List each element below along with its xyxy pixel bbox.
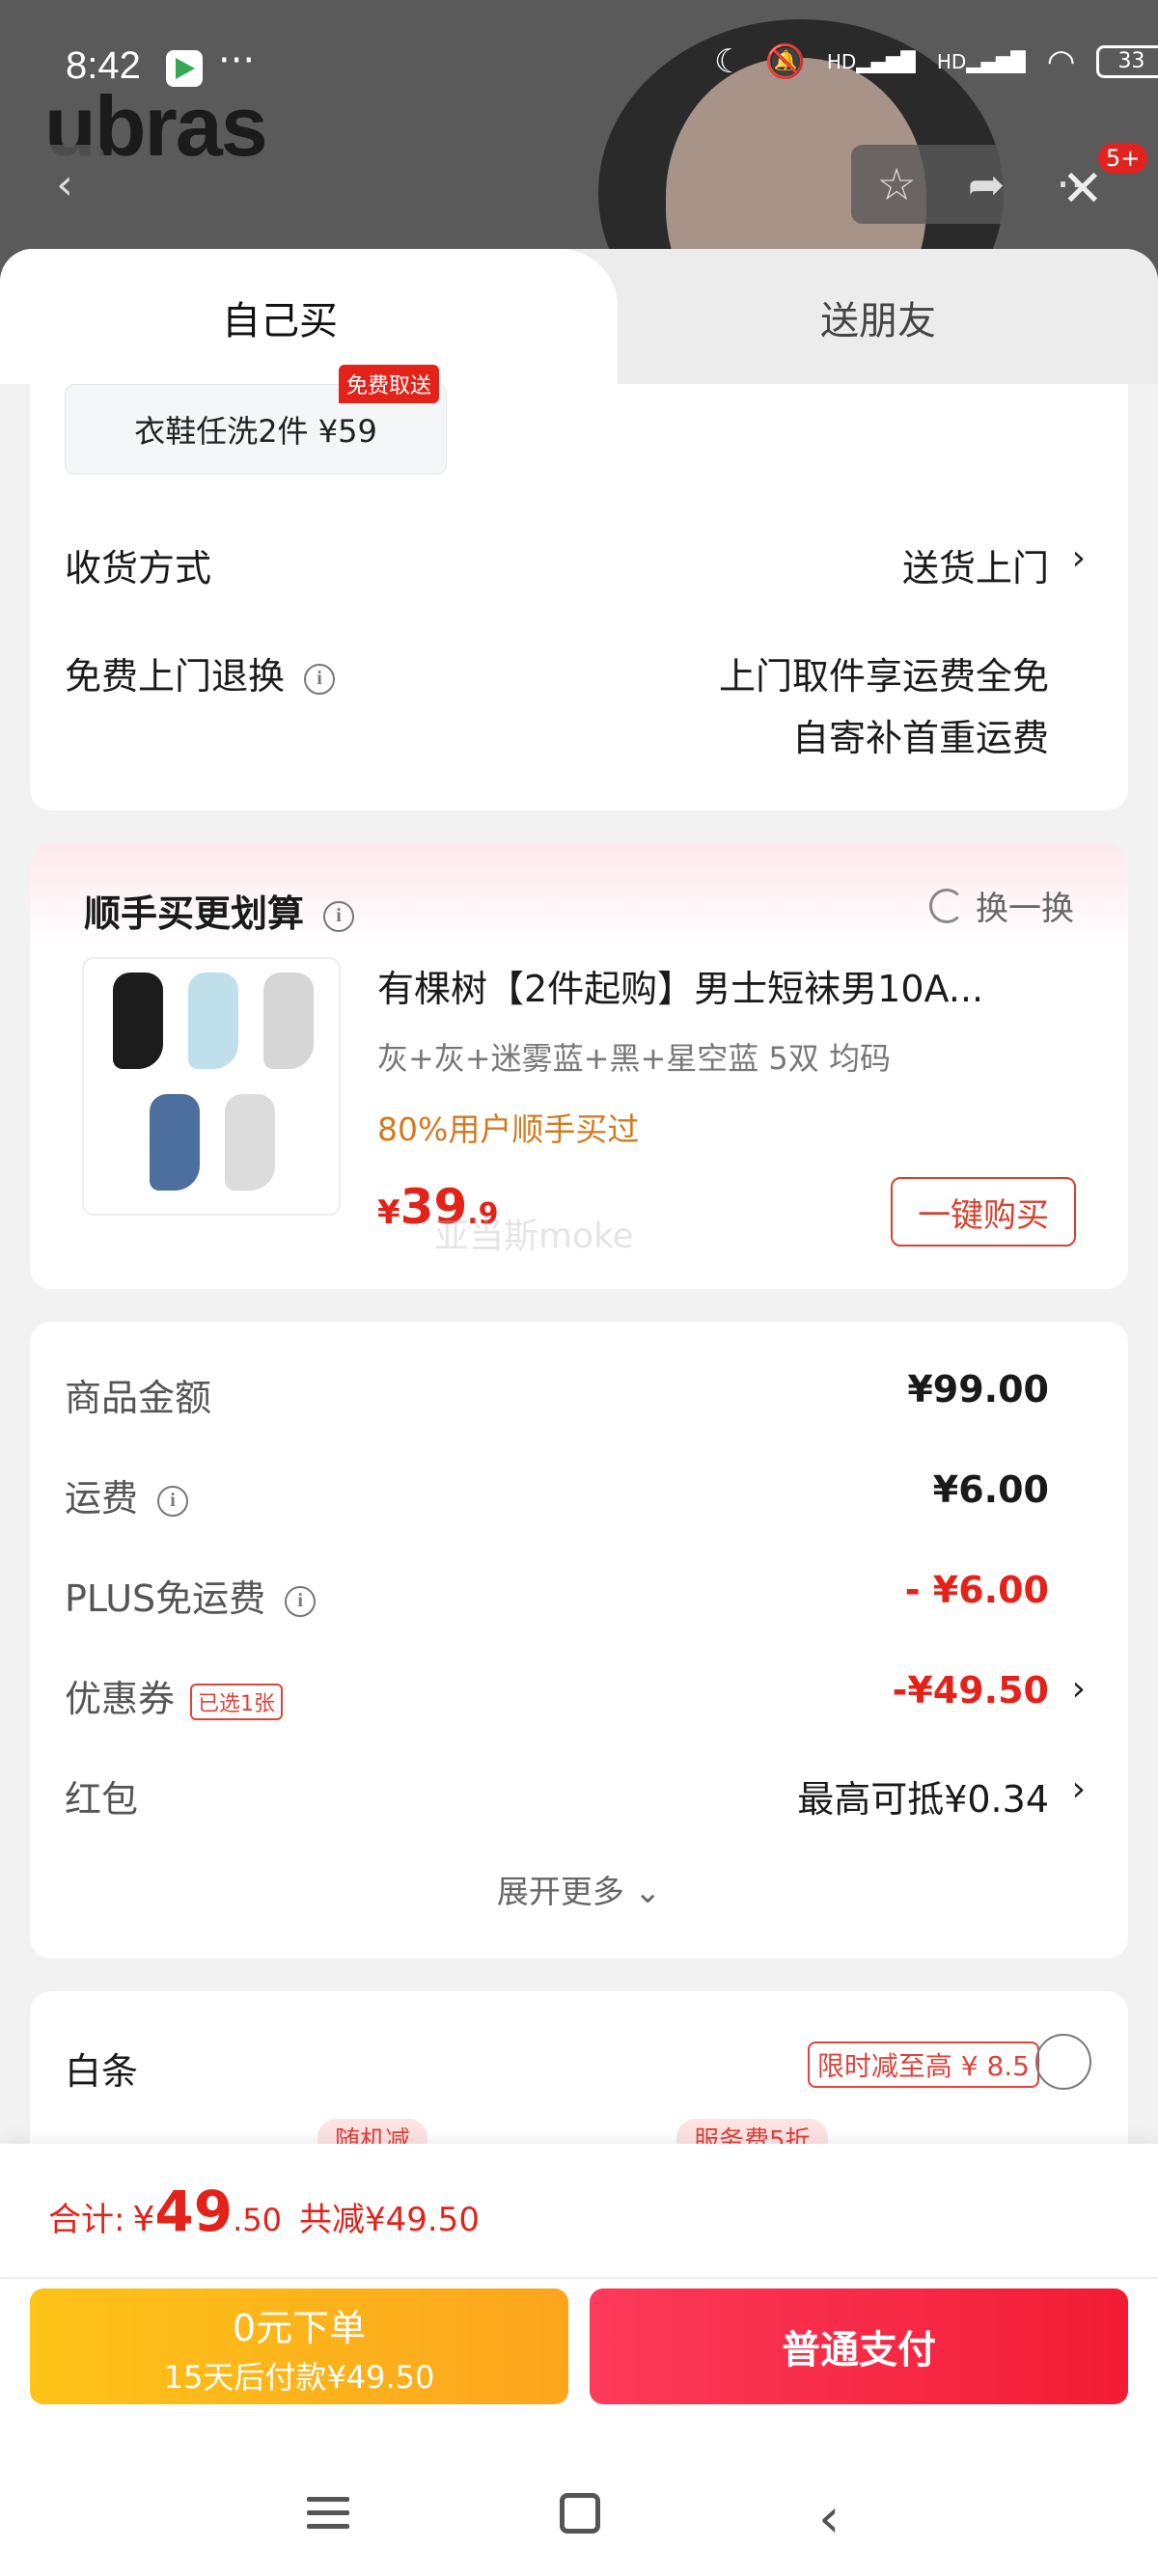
price-yen: ¥	[377, 1193, 400, 1232]
status-bar: 8:42 ··· ☾ 🔕 HD▂▄▆█ HD▂▄▆█ ◠ 33	[0, 0, 1158, 135]
back-icon[interactable]: ‹	[25, 145, 104, 224]
home-icon[interactable]	[560, 2493, 600, 2534]
tab-gift[interactable]: 送朋友	[618, 289, 1139, 345]
play-store-icon	[166, 50, 203, 87]
free-return-label: 免费上门退换 i	[65, 646, 336, 699]
moon-icon: ☾	[714, 42, 744, 81]
shipping-label-text: 运费	[65, 1477, 139, 1520]
swap-icon	[929, 888, 964, 923]
normal-pay-button[interactable]: 普通支付	[590, 2288, 1128, 2404]
close-icon[interactable]: ✕	[1062, 160, 1104, 218]
swap-button[interactable]: 换一换	[929, 882, 1074, 929]
swap-label: 换一换	[976, 890, 1074, 928]
share-icon[interactable]: ➦	[968, 158, 1006, 210]
info-icon[interactable]: i	[304, 663, 336, 695]
pay-later-subtitle: 15天后付款¥49.50	[163, 2359, 435, 2396]
free-return-value-1: 上门取件享运费全免	[718, 655, 1049, 698]
status-more: ···	[218, 39, 256, 83]
plus-free-shipping-label: PLUS免运费 i	[65, 1569, 317, 1622]
star-icon[interactable]: ☆	[876, 158, 916, 210]
chevron-right-icon[interactable]: ›	[1072, 538, 1086, 578]
tab-self-buy-label: 自己买	[222, 299, 338, 343]
coupon-label: 优惠券 已选1张	[65, 1669, 284, 1722]
system-nav-bar: ‹	[0, 2453, 1158, 2576]
coupon-label-text: 优惠券	[65, 1678, 176, 1720]
signal-icon: HD▂▄▆█	[826, 50, 916, 73]
menu-icon[interactable]	[307, 2497, 349, 2537]
product-name[interactable]: 有棵树【2件起购】男士短袜男10A...	[377, 959, 1091, 1012]
baitiao-promo-tag: 限时减至高 ¥ 8.5	[807, 2042, 1039, 2088]
sock-black	[113, 973, 163, 1069]
product-image[interactable]	[82, 957, 341, 1216]
recommend-title-text: 顺手买更划算	[84, 892, 305, 935]
info-icon[interactable]: i	[323, 900, 355, 932]
total-strip: 合计: ¥ 49 .50 共减¥49.50	[0, 2144, 1158, 2277]
delivery-method-value[interactable]: 送货上门	[902, 538, 1049, 591]
info-icon[interactable]: i	[157, 1485, 189, 1517]
chevron-right-icon[interactable]: ›	[1072, 1769, 1086, 1809]
total-discount: 共减¥49.50	[298, 2201, 480, 2239]
mute-icon: 🔕	[764, 42, 806, 81]
shipping-value: ¥6.00	[932, 1468, 1049, 1511]
expand-more-label: 展开更多	[496, 1873, 624, 1910]
status-icons: ☾ 🔕 HD▂▄▆█ HD▂▄▆█ ◠ 33	[714, 42, 1158, 81]
product-spec: 灰+灰+迷雾蓝+黑+星空蓝 5双 均码	[377, 1040, 891, 1077]
total-dec: .50	[233, 2202, 282, 2238]
chevron-right-icon[interactable]: ›	[1072, 1669, 1086, 1709]
status-time: 8:42	[66, 44, 141, 87]
notification-badge: 5+	[1098, 143, 1148, 174]
product-buyers: 80%用户顺手买过	[377, 1110, 640, 1148]
red-packet-label: 红包	[65, 1778, 139, 1821]
signal-icon-2: HD▂▄▆█	[936, 50, 1026, 73]
recommend-title: 顺手买更划算 i	[84, 884, 355, 937]
baitiao-label: 白条	[65, 2050, 139, 2093]
pay-later-title: 0元下单	[232, 2307, 367, 2349]
tab-self-buy[interactable]: 自己买	[0, 249, 618, 384]
baitiao-radio[interactable]	[1035, 2034, 1091, 2090]
coupon-value[interactable]: -¥49.50	[893, 1669, 1049, 1712]
one-click-buy-button[interactable]: 一键购买	[891, 1177, 1076, 1247]
divider	[0, 2277, 1158, 2279]
goods-amount-label: 商品金额	[65, 1377, 212, 1419]
delivery-card: 衣鞋任洗2件 ¥59 免费取送 收货方式 送货上门 › 免费上门退换 i 上门取件…	[30, 365, 1128, 810]
total-int: 49	[154, 2179, 234, 2244]
wifi-icon: ◠	[1046, 42, 1076, 81]
plus-label-text: PLUS免运费	[65, 1577, 266, 1620]
plus-free-shipping-value: - ¥6.00	[904, 1569, 1049, 1611]
tab-bar: 自己买 送朋友	[0, 249, 1158, 384]
sock-navy	[150, 1094, 200, 1191]
watermark: 亚当斯moke	[434, 1217, 634, 1256]
red-packet-value[interactable]: 最高可抵¥0.34	[797, 1769, 1049, 1822]
goods-amount-value: ¥99.00	[907, 1368, 1049, 1411]
order-total: 合计: ¥ 49 .50 共减¥49.50	[48, 2179, 480, 2244]
info-icon[interactable]: i	[285, 1585, 317, 1617]
amounts-card: 商品金额 ¥99.00 运费 i ¥6.00 PLUS免运费 i - ¥6.00 优…	[30, 1322, 1128, 1959]
free-return-text: 免费上门退换	[65, 655, 286, 698]
total-label: 合计:	[48, 2201, 125, 2239]
total-yen: ¥	[132, 2200, 155, 2239]
expand-more-button[interactable]: 展开更多 ⌄	[30, 1866, 1128, 1912]
back-nav-icon[interactable]: ‹	[818, 2487, 840, 2550]
delivery-method-label: 收货方式	[65, 547, 212, 589]
chevron-down-icon: ⌄	[634, 1873, 662, 1910]
free-return-value-2: 自寄补首重运费	[791, 717, 1049, 759]
pay-later-button[interactable]: 0元下单 15天后付款¥49.50	[30, 2288, 568, 2404]
free-pickup-tag: 免费取送	[339, 365, 440, 403]
sock-light-gray	[225, 1094, 275, 1191]
shipping-label: 运费 i	[65, 1468, 189, 1521]
battery-icon: 33	[1096, 45, 1158, 78]
sock-light-blue	[188, 973, 238, 1069]
coupon-selected-tag: 已选1张	[190, 1683, 284, 1720]
sock-gray	[263, 973, 314, 1069]
bottom-bar: 合计: ¥ 49 .50 共减¥49.50 0元下单 15天后付款¥49.50 …	[0, 2144, 1158, 2576]
